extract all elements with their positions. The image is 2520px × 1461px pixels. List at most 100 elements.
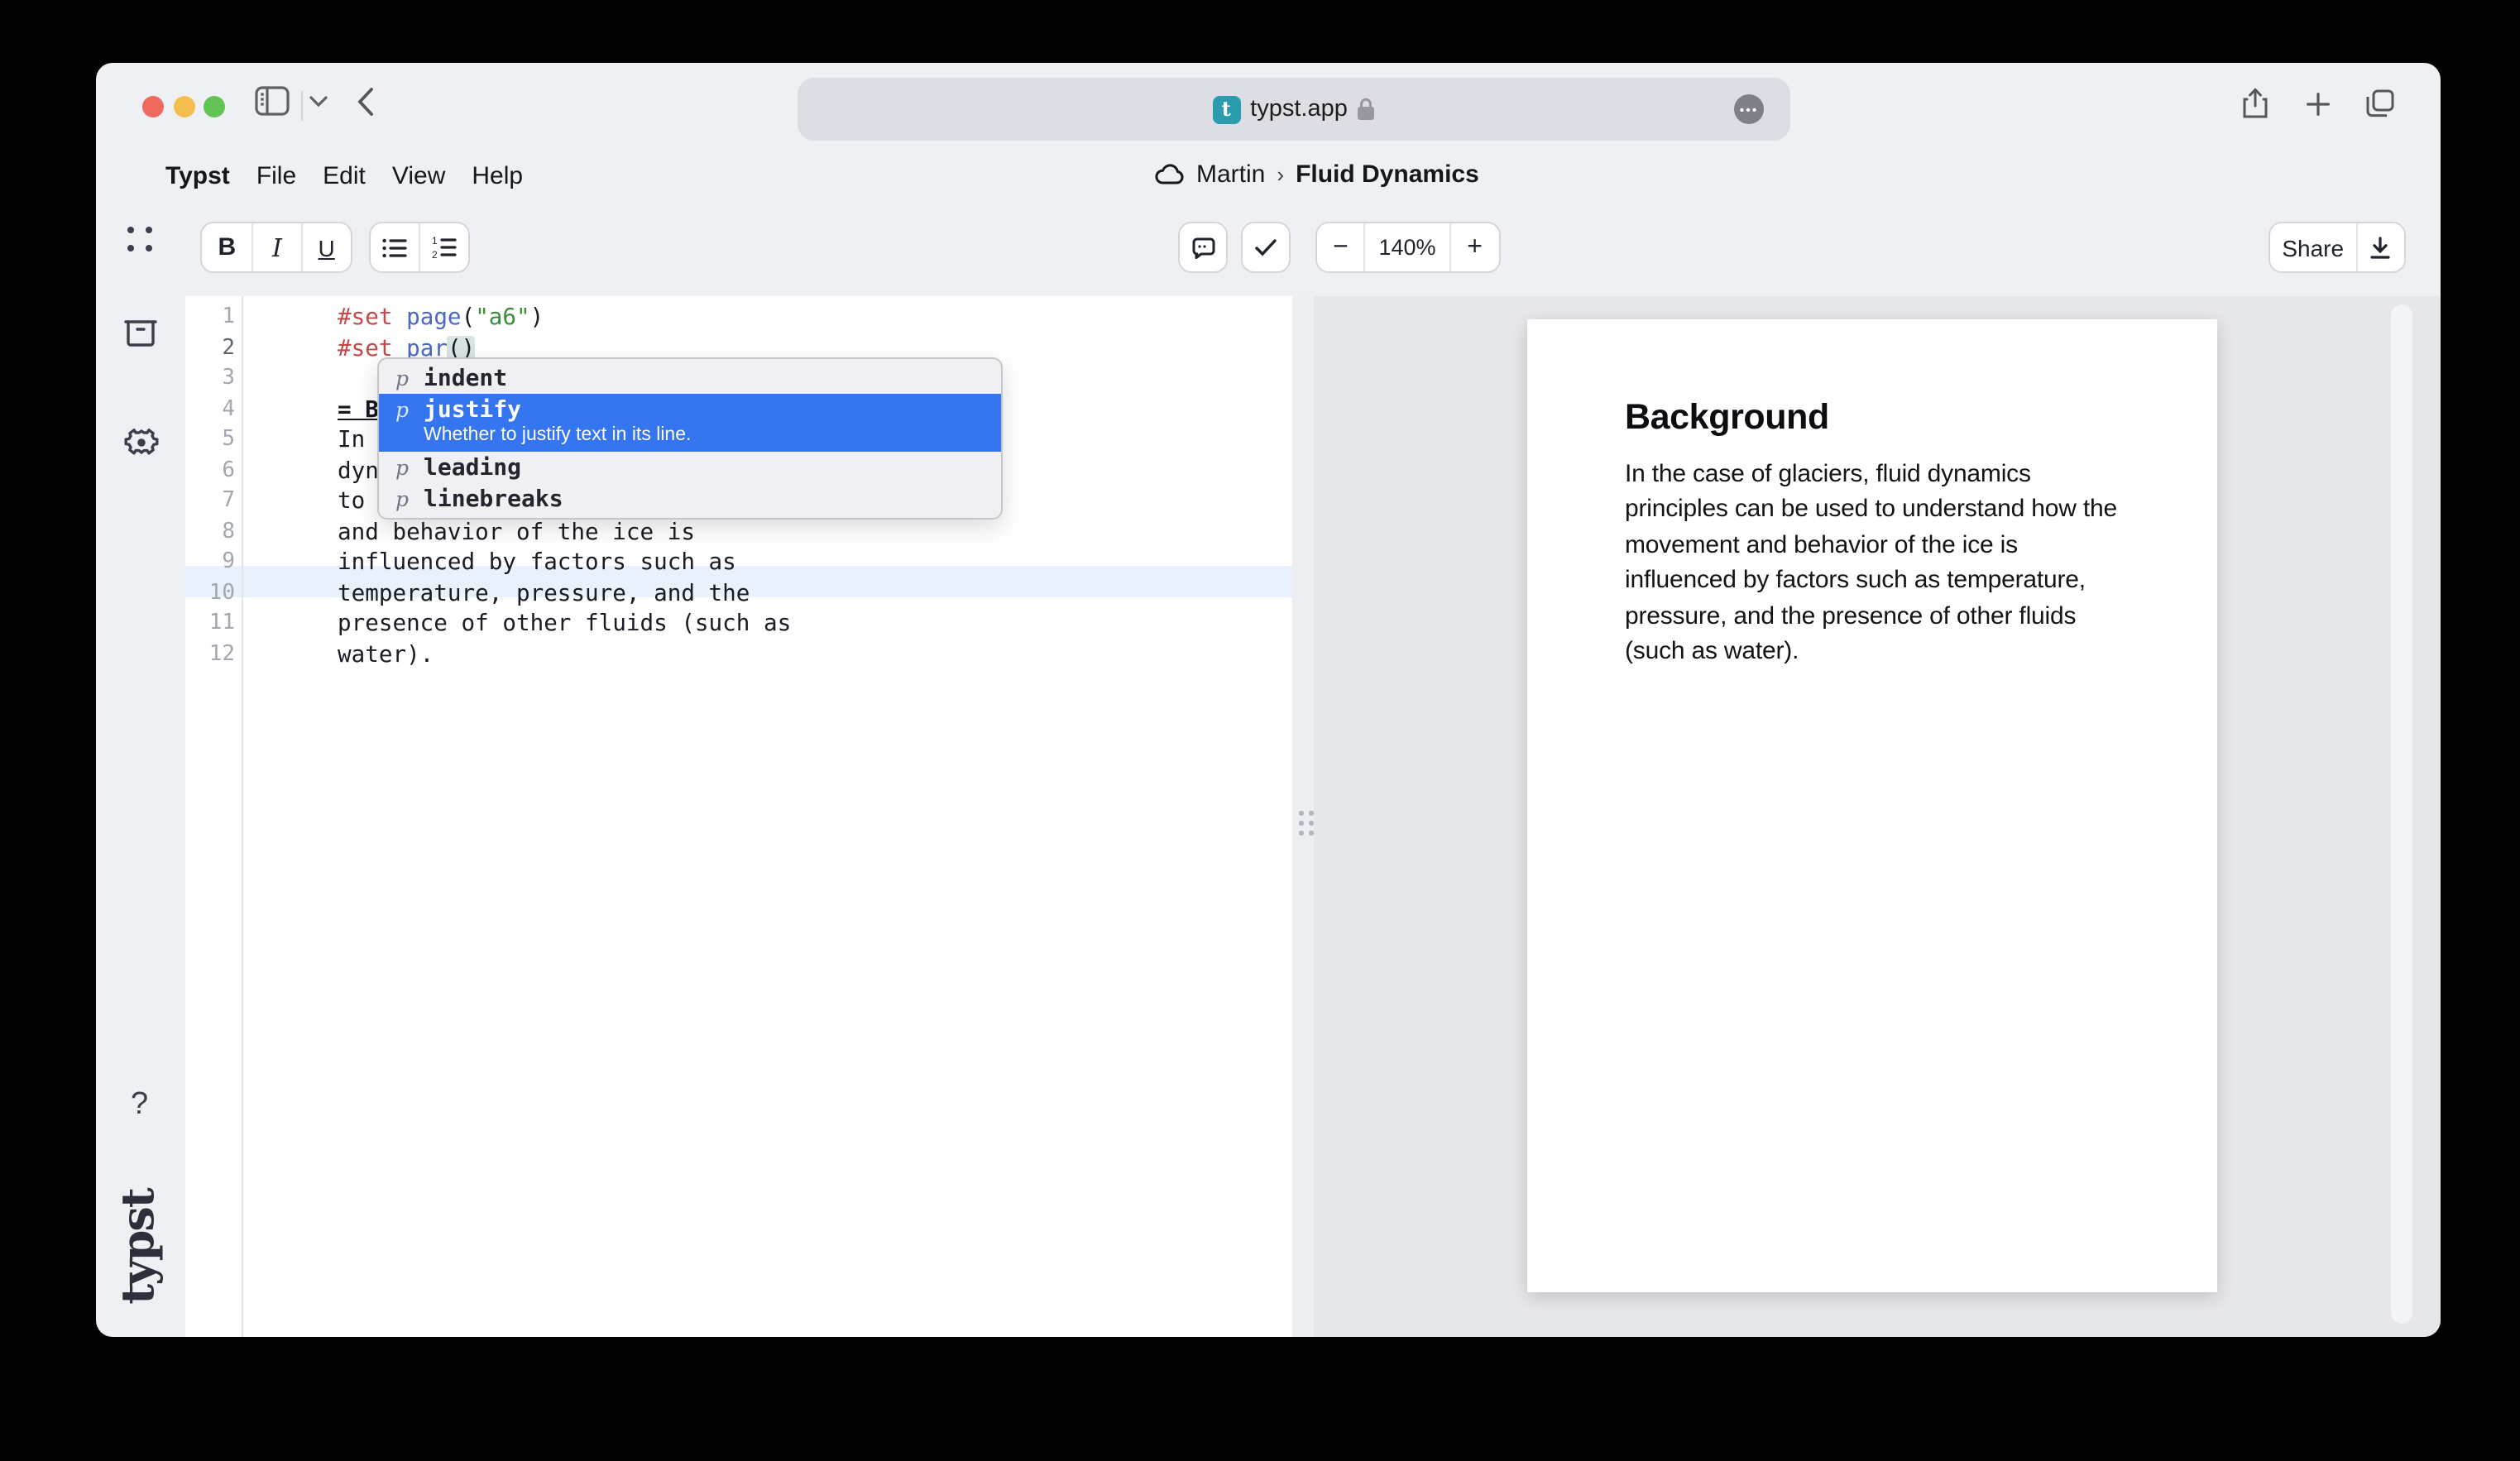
autocomplete-item-name: justify bbox=[424, 396, 521, 423]
screen: t typst.app ••• Typst File Edit View bbox=[0, 0, 2520, 1461]
site-favicon: t bbox=[1212, 95, 1240, 123]
numbered-list-button[interactable]: 1 2 bbox=[419, 223, 468, 271]
menu-edit[interactable]: Edit bbox=[323, 162, 366, 190]
autocomplete-item[interactable]: pindent bbox=[379, 362, 1001, 394]
svg-text:2: 2 bbox=[432, 249, 438, 258]
page-settings-icon[interactable]: ••• bbox=[1734, 94, 1764, 124]
parameter-icon: p bbox=[395, 366, 412, 390]
address-bar[interactable]: t typst.app ••• bbox=[798, 78, 1790, 141]
zoom-level[interactable]: 140% bbox=[1364, 223, 1449, 271]
underline-button[interactable]: U bbox=[300, 223, 351, 271]
document-title[interactable]: Fluid Dynamics bbox=[1296, 160, 1479, 189]
url-text: typst.app bbox=[1250, 96, 1348, 122]
code-text: #set page("a6") bbox=[338, 303, 544, 333]
gutter-border bbox=[242, 296, 243, 1337]
preview-pane: Background In the case of glaciers, flui… bbox=[1314, 296, 2441, 1337]
autocomplete-item[interactable]: plinebreaks bbox=[379, 483, 1001, 515]
app-menubar: Typst File Edit View Help bbox=[165, 162, 523, 190]
autocomplete-item-selected[interactable]: p justifyWhether to justify text in its l… bbox=[379, 394, 1001, 452]
dashboard-grid-icon[interactable] bbox=[124, 223, 156, 255]
line-number: 4 bbox=[185, 395, 235, 425]
line-number: 12 bbox=[185, 639, 235, 670]
parameter-icon: p bbox=[395, 486, 412, 511]
code-token: influenced by factors such as bbox=[338, 549, 736, 576]
zoom-out-button[interactable]: − bbox=[1317, 223, 1364, 271]
files-tray-icon[interactable] bbox=[124, 319, 157, 347]
breadcrumb-separator-icon: › bbox=[1277, 162, 1284, 187]
list-group: 1 2 bbox=[369, 222, 470, 273]
preview-body-line: (such as water). bbox=[1625, 634, 2117, 669]
line-number: 7 bbox=[185, 486, 235, 517]
text-style-group: B I U bbox=[200, 222, 352, 273]
document-page: Background In the case of glaciers, flui… bbox=[1527, 319, 2217, 1292]
download-icon[interactable] bbox=[2355, 223, 2404, 271]
line-number: 6 bbox=[185, 456, 235, 486]
preview-body-line: influenced by factors such as temperatur… bbox=[1625, 563, 2117, 598]
autocomplete-popup: pindentpjustifyWhether to justify text i… bbox=[377, 357, 1003, 520]
window-close-button[interactable] bbox=[142, 96, 164, 117]
code-token: ( bbox=[462, 304, 476, 331]
chrome-divider bbox=[301, 91, 303, 121]
code-token: water). bbox=[338, 641, 434, 668]
code-text: presence of other fluids (such as bbox=[338, 609, 791, 639]
back-icon[interactable] bbox=[357, 88, 374, 116]
code-line[interactable]: 10temperature, pressure, and the bbox=[185, 578, 1292, 609]
lock-icon bbox=[1358, 98, 1376, 121]
parameter-icon: p bbox=[395, 397, 412, 422]
share-page-icon[interactable] bbox=[2242, 88, 2268, 119]
code-line[interactable]: 8 and behavior of the ice is bbox=[185, 517, 1292, 548]
preview-body-line: principles can be used to understand how… bbox=[1625, 492, 2117, 528]
preview-body: In the case of glaciers, fluid dynamicsp… bbox=[1625, 457, 2117, 669]
pane-divider[interactable] bbox=[1292, 296, 1314, 1337]
code-token: #set bbox=[338, 304, 392, 331]
code-line[interactable]: 9influenced by factors such as bbox=[185, 548, 1292, 578]
code-token: page bbox=[406, 304, 461, 331]
menu-help[interactable]: Help bbox=[472, 162, 523, 190]
cloud-icon bbox=[1155, 164, 1185, 185]
window-minimize-button[interactable] bbox=[173, 96, 194, 117]
comment-icon[interactable] bbox=[1180, 223, 1226, 271]
code-line[interactable]: 1 #set page("a6") bbox=[185, 303, 1292, 333]
zoom-control-group: − 140% + bbox=[1315, 222, 1501, 273]
code-token: presence of other fluids (such as bbox=[338, 611, 791, 637]
autocomplete-item[interactable]: p leading bbox=[379, 452, 1001, 483]
bold-button[interactable]: B bbox=[202, 223, 252, 271]
check-icon[interactable] bbox=[1243, 223, 1289, 271]
zoom-in-button[interactable]: + bbox=[1449, 223, 1499, 271]
line-number: 5 bbox=[185, 425, 235, 456]
code-text: water). bbox=[338, 639, 434, 670]
tab-overview-icon[interactable] bbox=[2366, 89, 2394, 117]
browser-window: t typst.app ••• Typst File Edit View bbox=[96, 63, 2441, 1337]
breadcrumb: Martin › Fluid Dynamics bbox=[1155, 160, 1479, 189]
new-tab-icon[interactable] bbox=[2307, 93, 2330, 116]
settings-gear-icon[interactable] bbox=[124, 425, 159, 460]
autocomplete-item-description: Whether to justify text in its line. bbox=[424, 423, 985, 449]
menu-typst[interactable]: Typst bbox=[165, 162, 230, 190]
bullet-list-button[interactable] bbox=[371, 223, 419, 271]
line-number: 8 bbox=[185, 517, 235, 548]
help-icon[interactable]: ? bbox=[131, 1087, 148, 1123]
line-number: 1 bbox=[185, 303, 235, 333]
chevron-down-icon[interactable] bbox=[309, 96, 328, 108]
preview-body-line: movement and behavior of the ice is bbox=[1625, 528, 2117, 563]
code-token: and behavior of the ice is bbox=[338, 519, 695, 545]
preview-body-line: In the case of glaciers, fluid dynamics bbox=[1625, 457, 2117, 492]
sidebar-toggle-icon[interactable] bbox=[255, 86, 290, 116]
code-line[interactable]: 12 water). bbox=[185, 639, 1292, 670]
breadcrumb-workspace[interactable]: Martin bbox=[1196, 160, 1265, 189]
code-text: temperature, pressure, and the bbox=[338, 578, 750, 609]
parameter-icon: p bbox=[395, 455, 412, 480]
comments-button-group bbox=[1178, 222, 1228, 273]
autocomplete-item-name: leading bbox=[424, 454, 521, 481]
menu-file[interactable]: File bbox=[256, 162, 296, 190]
preview-body-line: pressure, and the presence of other flui… bbox=[1625, 598, 2117, 634]
window-zoom-button[interactable] bbox=[204, 96, 225, 117]
italic-button[interactable]: I bbox=[252, 223, 301, 271]
code-line[interactable]: 11presence of other fluids (such as bbox=[185, 609, 1292, 639]
preview-scrollbar[interactable] bbox=[2391, 304, 2412, 1324]
autocomplete-item-name: indent bbox=[424, 365, 507, 391]
divider-drag-handle-icon[interactable] bbox=[1299, 811, 1303, 815]
svg-text:1: 1 bbox=[432, 237, 438, 247]
menu-view[interactable]: View bbox=[392, 162, 446, 190]
share-button[interactable]: Share bbox=[2270, 223, 2355, 271]
